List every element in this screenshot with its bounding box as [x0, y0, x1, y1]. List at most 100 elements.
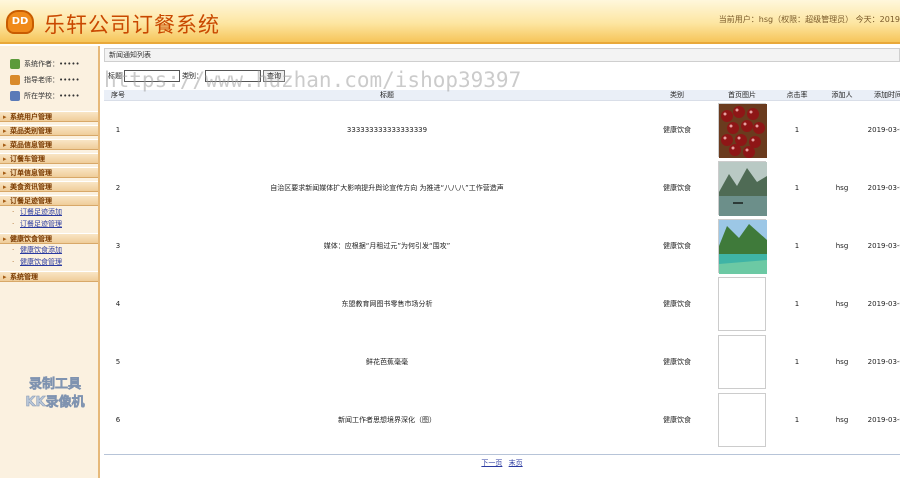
news-category: 健康饮食	[663, 241, 691, 250]
info-icon	[10, 59, 20, 69]
added-date: 2019-03-02	[867, 241, 900, 250]
thumbnail-cell	[712, 159, 772, 217]
news-thumbnail	[718, 276, 766, 331]
table-header-row: 序号 标题 类别 首页图片 点击率 添加人 添加时间	[104, 90, 900, 101]
column-header: 序号	[104, 90, 132, 101]
news-thumbnail	[718, 102, 767, 158]
title-search-input[interactable]	[124, 70, 180, 82]
news-title: 媒体：应根据“月租过元”为何引发“围攻”	[323, 241, 451, 250]
adder-name: hsg	[835, 415, 849, 424]
user-info: 当前用户：hsg（权限：超级管理员） 今天：2019	[718, 15, 900, 24]
row-number: 6	[115, 415, 121, 424]
adder-name: hsg	[835, 183, 849, 192]
row-number: 1	[115, 125, 121, 134]
thumbnail-cell	[712, 275, 772, 333]
table-bottom-divider	[104, 454, 900, 455]
table-row: 3 媒体：应根据“月租过元”为何引发“围攻” 健康饮食 1 hsg 2019-03-02	[104, 217, 900, 275]
sidebar-menu-group[interactable]: 美食资讯管理	[0, 181, 98, 192]
pagination: 下一页 末页	[104, 458, 900, 468]
added-date: 2019-03-02	[867, 183, 900, 192]
column-header: 类别	[642, 90, 712, 101]
news-thumbnail	[718, 334, 766, 389]
app-header: DD 乐轩公司订餐系统 当前用户：hsg（权限：超级管理员） 今天：2019	[0, 0, 900, 44]
watermark-line: 录制工具	[28, 377, 82, 393]
info-value: •••••	[59, 92, 80, 100]
sidebar-menu-link[interactable]: 健康饮食管理	[0, 256, 98, 268]
sidebar-menu-link[interactable]: 订餐足迹管理	[0, 218, 98, 230]
info-label: 所在学校：	[24, 92, 59, 100]
info-icon	[10, 75, 20, 85]
click-count: 1	[794, 125, 800, 134]
column-header: 标题	[132, 90, 642, 101]
row-number: 4	[115, 299, 121, 308]
table-row: 1 333333333333333339 健康饮食 1 2019-03-02	[104, 101, 900, 159]
column-header: 添加时间	[862, 90, 900, 101]
info-row: 系统作者： •••••	[10, 56, 98, 72]
news-thumbnail	[718, 218, 767, 274]
watermark-line: KK录像机	[25, 395, 85, 411]
news-title: 鲜花芭蕉毫毫	[366, 357, 408, 366]
info-row: 所在学校： •••••	[10, 88, 98, 104]
main-content: 新闻通知列表 标题 类别： 查询 https://www.huzhan.com/…	[104, 48, 900, 478]
news-category: 健康饮食	[663, 299, 691, 308]
click-count: 1	[794, 357, 800, 366]
row-number: 5	[115, 357, 121, 366]
table-row: 5 鲜花芭蕉毫毫 健康饮食 1 hsg 2019-03-02	[104, 333, 900, 391]
recorder-watermark: 录制工具 KK录像机	[18, 376, 92, 412]
sidebar-menu-group[interactable]: 菜品信息管理	[0, 139, 98, 150]
info-row: 指导老师： •••••	[10, 72, 98, 88]
info-value: •••••	[59, 76, 80, 84]
type-search-label: 类别：	[182, 72, 203, 80]
news-thumbnail	[718, 160, 767, 216]
panel-title: 新闻通知列表	[104, 48, 900, 62]
click-count: 1	[794, 183, 800, 192]
sidebar-menu-group[interactable]: 订餐足迹管理	[0, 195, 98, 206]
added-date: 2019-03-02	[867, 357, 900, 366]
sidebar: 系统作者：•••••指导老师：•••••所在学校：••••• 系统用户管理菜品类…	[0, 46, 100, 478]
adder-name: hsg	[835, 299, 849, 308]
sidebar-menu-group[interactable]: 订单信息管理	[0, 167, 98, 178]
thumbnail-cell	[712, 217, 772, 275]
news-title: 自治区要求新闻媒体扩大影响提升舆论宣传方向 为推进“八八八”工作营造声	[270, 183, 504, 192]
sidebar-menu: 系统用户管理菜品类别管理菜品信息管理订餐车管理订单信息管理美食资讯管理订餐足迹管…	[0, 111, 98, 282]
added-date: 2019-03-02	[867, 299, 900, 308]
search-button[interactable]: 查询	[263, 70, 285, 82]
click-count: 1	[794, 241, 800, 250]
sidebar-menu-link[interactable]: 健康饮食添加	[0, 244, 98, 256]
next-page-link[interactable]: 下一页	[481, 459, 502, 467]
info-label: 指导老师：	[24, 76, 59, 84]
thumbnail-cell	[712, 101, 772, 159]
table-row: 4 东盟教育网图书零售市场分析 健康饮食 1 hsg 2019-03-02	[104, 275, 900, 333]
news-category: 健康饮食	[663, 415, 691, 424]
news-title: 东盟教育网图书零售市场分析	[341, 299, 433, 308]
click-count: 1	[794, 415, 800, 424]
last-page-link[interactable]: 末页	[509, 459, 523, 467]
news-thumbnail	[718, 392, 766, 447]
sidebar-menu-link[interactable]: 订餐足迹添加	[0, 206, 98, 218]
added-date: 2019-03-02	[867, 125, 900, 134]
sidebar-menu-group[interactable]: 健康饮食管理	[0, 233, 98, 244]
info-label: 系统作者：	[24, 60, 59, 68]
row-number: 2	[115, 183, 121, 192]
sidebar-menu-group[interactable]: 菜品类别管理	[0, 125, 98, 136]
sidebar-menu-group[interactable]: 订餐车管理	[0, 153, 98, 164]
adder-name: hsg	[835, 241, 849, 250]
app-logo: DD	[6, 10, 34, 34]
info-icon	[10, 91, 20, 101]
click-count: 1	[794, 299, 800, 308]
adder-name	[822, 101, 862, 159]
search-bar: 标题 类别： 查询	[104, 62, 900, 90]
column-header: 添加人	[822, 90, 862, 101]
type-search-input[interactable]	[205, 70, 261, 82]
news-category: 健康饮食	[663, 125, 691, 134]
adder-name: hsg	[835, 357, 849, 366]
row-number: 3	[115, 241, 121, 250]
thumbnail-cell	[712, 391, 772, 449]
news-category: 健康饮食	[663, 357, 691, 366]
sidebar-menu-group[interactable]: 系统用户管理	[0, 111, 98, 122]
news-table: 序号 标题 类别 首页图片 点击率 添加人 添加时间 1 333333333333…	[104, 90, 900, 449]
table-row: 2 自治区要求新闻媒体扩大影响提升舆论宣传方向 为推进“八八八”工作营造声 健康饮食…	[104, 159, 900, 217]
news-category: 健康饮食	[663, 183, 691, 192]
sidebar-menu-group[interactable]: 系统管理	[0, 271, 98, 282]
table-row: 6 新闻工作者思想境界深化（图） 健康饮食 1 hsg 2019-03-02	[104, 391, 900, 449]
